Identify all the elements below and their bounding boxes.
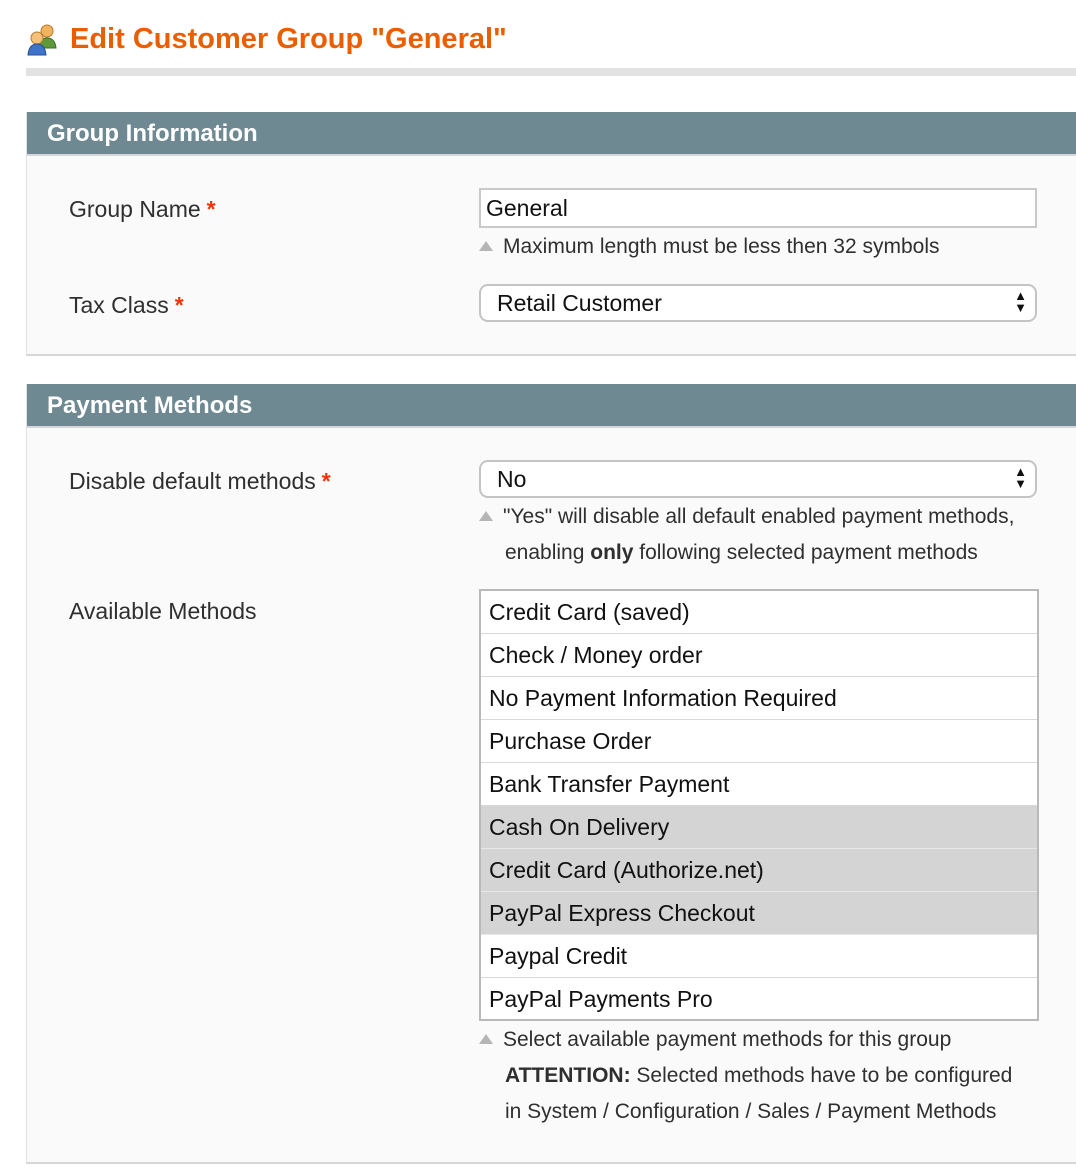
group-name-label-text: Group Name [69, 196, 201, 222]
page-title: Edit Customer Group "General" [70, 22, 507, 55]
method-option[interactable]: PayPal Payments Pro [481, 978, 1037, 1019]
method-option[interactable]: Bank Transfer Payment [481, 763, 1037, 806]
available-methods-label: Available Methods [69, 598, 257, 624]
method-option[interactable]: Credit Card (Authorize.net) [481, 849, 1037, 892]
note-triangle-icon [479, 511, 493, 521]
disable-default-note: "Yes" will disable all default enabled p… [479, 499, 1014, 571]
required-mark: * [174, 292, 184, 318]
method-option[interactable]: Cash On Delivery [481, 806, 1037, 849]
available-methods-note-line1: Select available payment methods for thi… [503, 1028, 952, 1051]
method-option[interactable]: Paypal Credit [481, 935, 1037, 978]
group-name-note: Maximum length must be less then 32 symb… [479, 229, 940, 265]
method-option[interactable]: Purchase Order [481, 720, 1037, 763]
method-option[interactable]: PayPal Express Checkout [481, 892, 1037, 935]
disable-default-note-line2-pre: enabling [505, 541, 591, 564]
disable-default-note-line2-post: following selected payment methods [633, 541, 978, 564]
method-option[interactable]: Credit Card (saved) [481, 591, 1037, 634]
note-triangle-icon [479, 241, 493, 251]
title-divider [26, 68, 1076, 76]
available-methods-note-line2: Selected methods have to be configured [630, 1064, 1013, 1087]
available-methods-multiselect[interactable]: Credit Card (saved) Check / Money order … [479, 589, 1039, 1021]
available-methods-note: Select available payment methods for thi… [479, 1022, 1012, 1130]
note-triangle-icon [479, 1034, 493, 1044]
group-information-header: Group Information [27, 112, 1076, 156]
select-arrows-icon: ▲ ▼ [1014, 464, 1027, 491]
disable-default-select[interactable]: No ▲ ▼ [479, 460, 1037, 498]
group-information-section: Group Information Group Name* Maximum le… [26, 112, 1076, 356]
customer-group-icon [27, 24, 57, 56]
tax-class-selected-value: Retail Customer [497, 290, 662, 316]
payment-methods-header: Payment Methods [27, 384, 1076, 428]
payment-methods-section: Payment Methods Disable default methods *… [26, 384, 1076, 1164]
disable-default-note-line2-bold: only [590, 541, 634, 564]
disable-default-selected-value: No [497, 466, 527, 492]
disable-default-label: Disable default methods * [69, 468, 331, 495]
tax-class-label-text: Tax Class [69, 292, 169, 318]
group-name-label: Group Name * [69, 196, 216, 223]
page-header: Edit Customer Group "General" [26, 22, 507, 56]
group-name-note-text: Maximum length must be less then 32 symb… [503, 235, 940, 258]
tax-class-select[interactable]: Retail Customer ▲ ▼ [479, 284, 1037, 322]
attention-label: ATTENTION: [505, 1064, 631, 1087]
tax-class-label: Tax Class * [69, 292, 184, 319]
required-mark: * [206, 196, 216, 222]
group-name-input[interactable] [479, 188, 1037, 228]
method-option[interactable]: No Payment Information Required [481, 677, 1037, 720]
required-mark: * [321, 468, 331, 494]
disable-default-note-line1: "Yes" will disable all default enabled p… [503, 505, 1015, 528]
method-option[interactable]: Check / Money order [481, 634, 1037, 677]
select-arrows-icon: ▲ ▼ [1014, 288, 1027, 315]
disable-default-label-text: Disable default methods [69, 468, 316, 494]
available-methods-note-line3: in System / Configuration / Sales / Paym… [505, 1100, 997, 1123]
